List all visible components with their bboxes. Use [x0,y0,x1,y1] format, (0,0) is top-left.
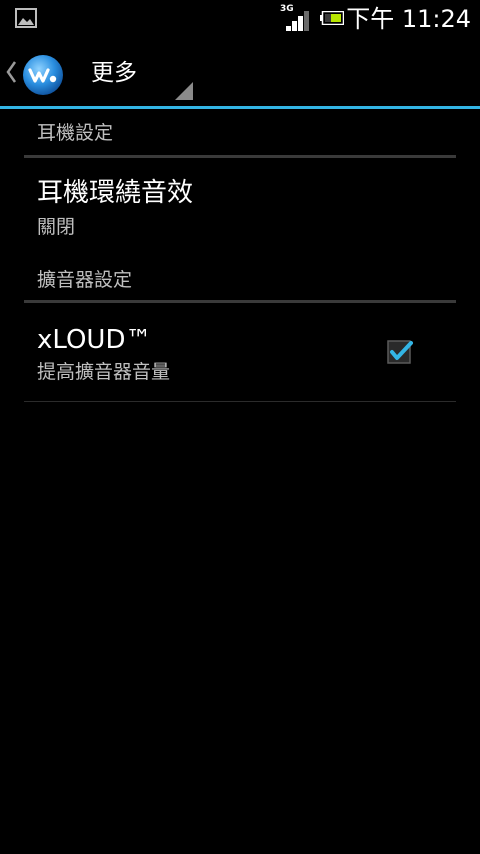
category-divider [24,300,456,303]
action-bar: 更多 [0,38,480,107]
gallery-icon [15,8,37,28]
pref-title: xLOUD™ [37,325,152,355]
action-bar-divider [0,106,480,109]
category-title: 擴音器設定 [37,269,133,291]
screen: 3G 下午 11:24 更多 耳機設定 耳機環繞音效 關閉 擴音器設定 xLOU… [0,0,480,854]
walkman-logo-icon[interactable] [22,54,64,96]
category-headphone-settings: 耳機設定 [24,112,456,160]
pref-item-surround-sound[interactable]: 耳機環繞音效 關閉 [24,160,456,256]
category-title: 耳機設定 [37,122,114,144]
category-speaker-settings: 擴音器設定 [24,258,456,306]
xloud-checkbox[interactable] [387,340,413,366]
item-divider [24,401,456,402]
category-divider [24,155,456,158]
pref-summary: 關閉 [37,216,76,238]
pref-title: 耳機環繞音效 [37,178,194,208]
pref-summary: 提高擴音器音量 [37,361,171,383]
signal-icon [286,11,309,31]
status-time: 下午 11:24 [346,5,471,33]
status-bar: 3G 下午 11:24 [0,0,480,38]
chevron-left-icon[interactable] [4,60,18,84]
action-bar-title[interactable]: 更多 [91,56,137,90]
signal-indicator: 3G [280,5,312,31]
battery-icon [320,11,344,25]
pref-item-xloud[interactable]: xLOUD™ 提高擴音器音量 [24,306,456,402]
dropdown-corner-icon[interactable] [175,82,193,100]
